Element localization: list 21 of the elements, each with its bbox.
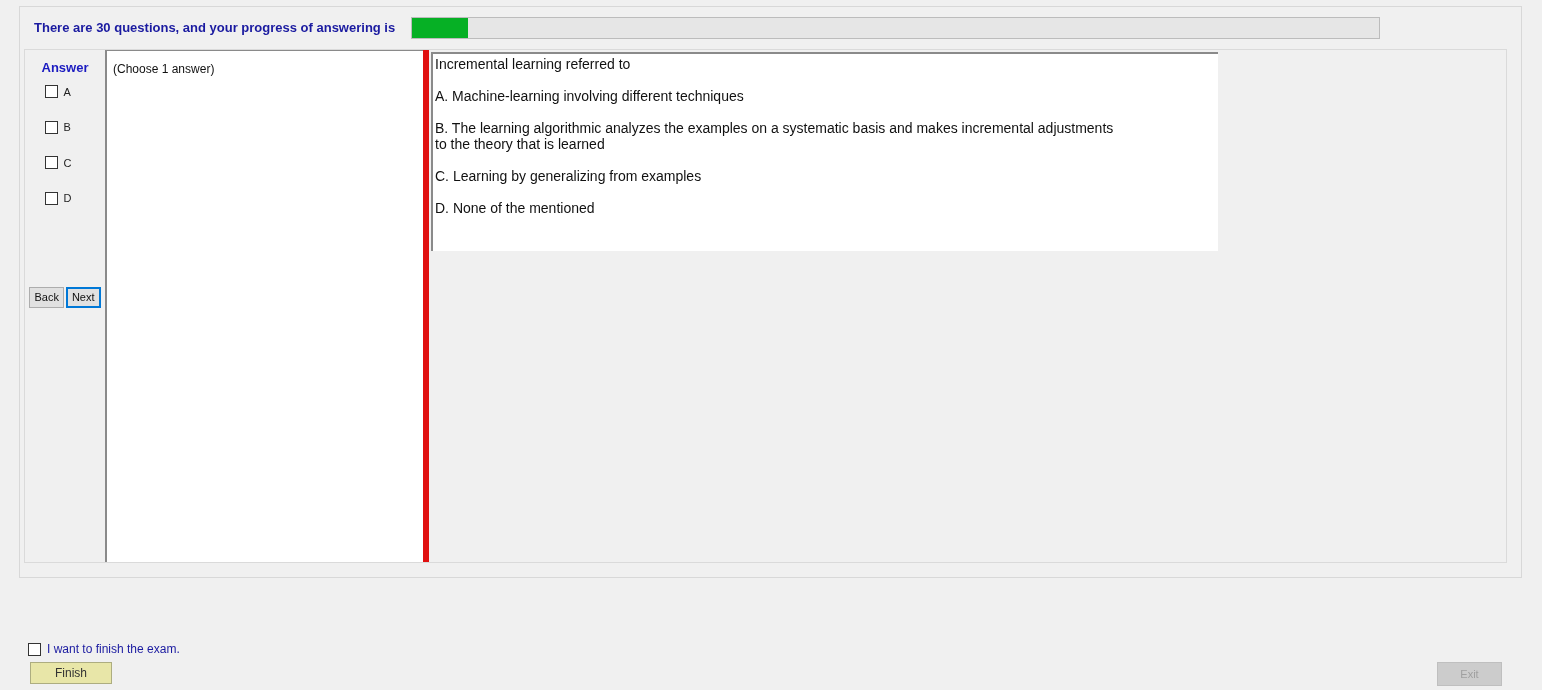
checkbox[interactable]: [44, 156, 58, 170]
choice-text: C. Learning by generalizing from examples: [435, 168, 703, 184]
option-label: D: [63, 191, 72, 206]
option-label: B: [63, 120, 71, 135]
choice-text: B. The learning algorithmic analyzes the examples on a systematic basis and makes incremental adjustments to the theory that is learned: [435, 120, 1115, 152]
finish-label: I want to finish the exam.: [47, 641, 180, 658]
choice-text: D. None of the mentioned: [435, 200, 596, 216]
answer-title: Answer: [41, 59, 89, 77]
choice-text: A. Machine-learning involving different techniques: [435, 88, 745, 104]
checkbox[interactable]: [44, 85, 58, 99]
checkbox[interactable]: [44, 120, 58, 134]
checkbox[interactable]: [44, 191, 58, 205]
checkbox[interactable]: [28, 642, 41, 656]
finish-button[interactable]: Finish: [30, 662, 112, 684]
next-button[interactable]: Next: [65, 286, 101, 308]
option-label: A: [63, 84, 71, 100]
back-button[interactable]: Back: [29, 286, 64, 308]
hint-text: (Choose 1 answer): [113, 62, 215, 76]
question-text: Incremental learning referred to: [435, 56, 632, 72]
option-label: C: [63, 155, 72, 171]
progress-text: There are 30 questions, and your progress of answering is: [34, 19, 396, 38]
